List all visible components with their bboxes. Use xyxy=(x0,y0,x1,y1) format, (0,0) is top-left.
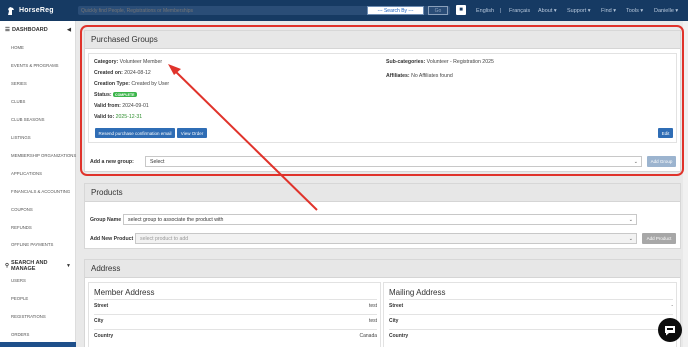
highlight-box xyxy=(80,25,684,176)
sidebar-item-registrations[interactable]: REGISTRATIONS xyxy=(11,314,46,319)
address-title: Address xyxy=(91,264,121,273)
nav-user-menu[interactable]: Danielle ▾ xyxy=(654,8,678,14)
member-city-value: test xyxy=(368,318,377,324)
sidebar-item-coupons[interactable]: COUPONS xyxy=(11,207,33,212)
add-product-select-value: select product to add xyxy=(140,235,189,242)
sidebar-item-orders[interactable]: ORDERS xyxy=(11,332,29,337)
mailing-country-row: Country xyxy=(389,329,673,342)
member-address-title: Member Address xyxy=(94,288,155,297)
group-name-select[interactable]: select group to associate the product wi… xyxy=(123,214,637,225)
group-name-select-value: select group to associate the product wi… xyxy=(128,216,224,223)
mailing-street-row: Street - xyxy=(389,299,673,312)
member-city-label: City xyxy=(94,318,104,324)
mailing-city-row: City xyxy=(389,314,673,327)
nav-english[interactable]: English xyxy=(476,8,494,14)
add-product-label: Add New Product xyxy=(90,236,134,242)
sidebar-search-label: SEARCH AND MANAGE xyxy=(11,260,48,272)
mailing-street-label: Street xyxy=(389,303,404,309)
member-street-value: test xyxy=(368,303,377,309)
sidebar-item-home[interactable]: HOME xyxy=(11,45,24,50)
sidebar-item-people[interactable]: PEOPLE xyxy=(11,296,28,301)
logo-text: HorseReg xyxy=(19,7,54,14)
logo[interactable]: HorseReg xyxy=(0,0,76,21)
chevron-down-icon: ⌄ xyxy=(628,235,633,242)
member-country-value: Canada xyxy=(359,333,377,339)
nav-support[interactable]: Support ▾ xyxy=(567,8,591,14)
mailing-address-title: Mailing Address xyxy=(389,288,446,297)
sidebar-active-indicator xyxy=(0,342,76,347)
menu-icon: ☰ xyxy=(5,27,10,33)
sidebar-item-clubs[interactable]: CLUBS xyxy=(11,99,25,104)
top-bar: HorseReg --- Search By --- Go ■ English … xyxy=(0,0,688,21)
member-address-card: Member Address Street test City test Cou… xyxy=(88,282,381,347)
member-country-row: Country Canada xyxy=(94,329,377,342)
sidebar-item-offline-payments[interactable]: OFFLINE PAYMENTS xyxy=(11,242,53,247)
address-panel: Address Member Address Street test City … xyxy=(84,259,681,347)
member-country-label: Country xyxy=(94,333,114,339)
sidebar-item-club-seasons[interactable]: CLUB SEASONS xyxy=(11,117,44,122)
sidebar-dashboard-header[interactable]: ☰ DASHBOARD ◀ xyxy=(5,27,71,33)
horse-logo-icon xyxy=(8,6,14,15)
sidebar-item-series[interactable]: SERIES xyxy=(11,81,27,86)
nav-find[interactable]: Find ▾ xyxy=(601,8,616,14)
nav-about[interactable]: About ▾ xyxy=(538,8,557,14)
sidebar-item-membership-orgs[interactable]: MEMBERSHIP ORGANIZATIONS xyxy=(11,153,76,158)
chevron-left-icon: ◀ xyxy=(67,27,71,33)
member-street-row: Street test xyxy=(94,299,377,312)
add-product-select[interactable]: select product to add ⌄ xyxy=(135,233,637,244)
person-icon[interactable]: ■ xyxy=(456,5,466,15)
sidebar-item-applications[interactable]: APPLICATIONS xyxy=(11,171,42,176)
chat-bubble-icon xyxy=(665,325,675,335)
mailing-city-label: City xyxy=(389,318,399,324)
group-name-label: Group Name xyxy=(90,217,122,223)
products-title: Products xyxy=(91,188,123,197)
sidebar-item-listings[interactable]: LISTINGS xyxy=(11,135,31,140)
mailing-country-label: Country xyxy=(389,333,409,339)
chevron-down-icon: ⌄ xyxy=(628,216,633,223)
search-icon: ⚲ xyxy=(5,263,10,269)
address-header: Address xyxy=(85,260,680,278)
products-panel: Products Group Name select group to asso… xyxy=(84,183,681,249)
sidebar-dashboard-label: DASHBOARD xyxy=(11,27,48,33)
member-street-label: Street xyxy=(94,303,109,309)
chevron-down-icon: ▼ xyxy=(66,263,71,269)
nav-separator: | xyxy=(500,7,502,14)
sidebar-item-financials[interactable]: FINANCIALS & ACCOUNTING xyxy=(11,189,70,194)
mailing-address-card: Mailing Address Street - City Country xyxy=(383,282,677,347)
member-city-row: City test xyxy=(94,314,377,327)
add-product-button[interactable]: Add Product xyxy=(642,233,676,244)
sidebar: ☰ DASHBOARD ◀ HOME EVENTS & PROGRAMS SER… xyxy=(0,21,76,347)
search-by-dropdown[interactable]: --- Search By --- xyxy=(367,6,424,15)
sidebar-item-users[interactable]: USERS xyxy=(11,278,26,283)
sidebar-search-manage-header[interactable]: ⚲ SEARCH AND MANAGE ▼ xyxy=(5,260,71,272)
nav-tools[interactable]: Tools ▾ xyxy=(626,8,643,14)
nav-francais[interactable]: Français xyxy=(509,8,530,14)
mailing-street-value: - xyxy=(671,303,673,309)
chat-button[interactable] xyxy=(658,318,682,342)
go-button[interactable]: Go xyxy=(428,6,448,15)
products-header: Products xyxy=(85,184,680,202)
sidebar-item-refunds[interactable]: REFUNDS xyxy=(11,225,32,230)
sidebar-item-events[interactable]: EVENTS & PROGRAMS xyxy=(11,63,59,68)
